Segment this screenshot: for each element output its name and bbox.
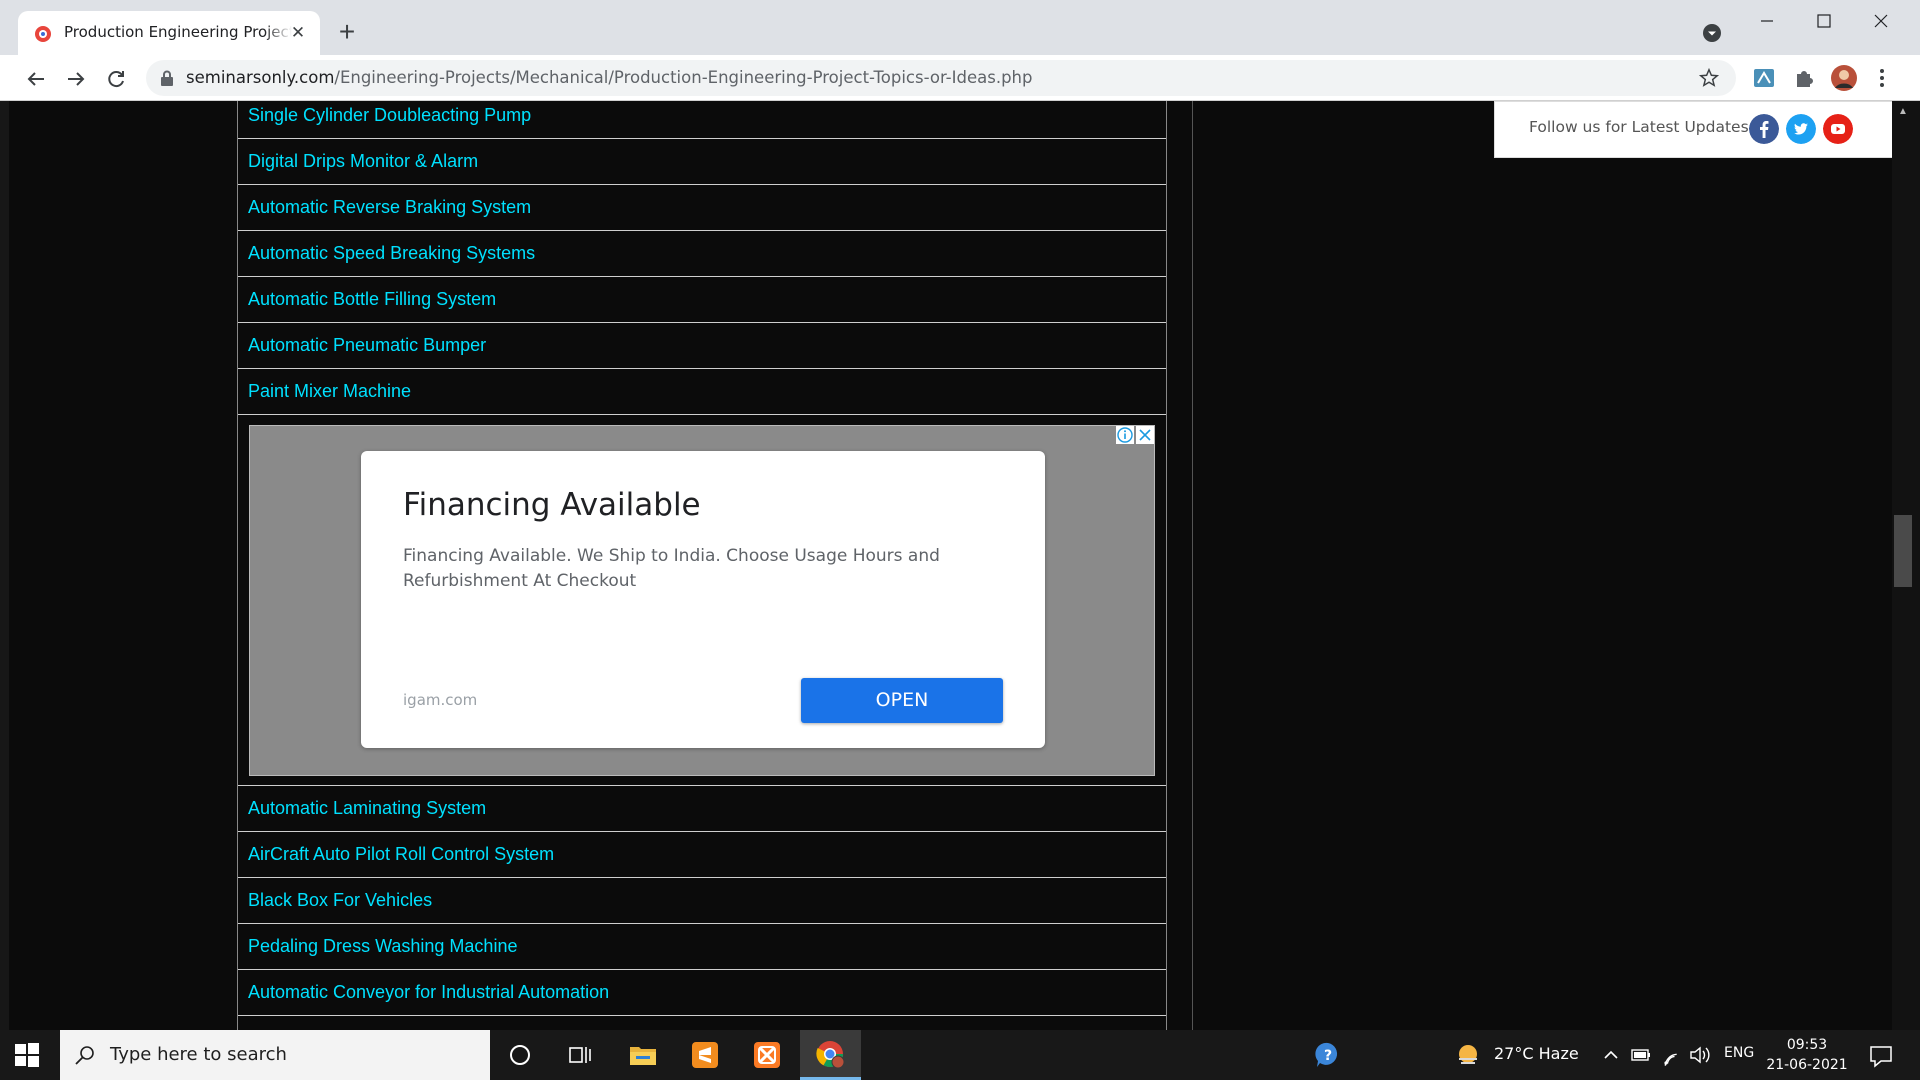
extensions-puzzle-icon[interactable] xyxy=(1791,65,1817,91)
twitter-icon[interactable] xyxy=(1786,114,1816,144)
project-link[interactable]: Digital Drips Monitor & Alarm xyxy=(248,151,478,172)
new-tab-button[interactable]: + xyxy=(334,18,360,46)
list-item: Automatic Laminating System xyxy=(238,786,1166,832)
help-icon[interactable]: ? xyxy=(1312,1039,1344,1071)
ad-info-icon[interactable] xyxy=(1116,426,1134,444)
forward-icon[interactable] xyxy=(62,65,90,93)
minimize-icon[interactable] xyxy=(1744,6,1790,36)
browser-tab[interactable]: Production Engineering Project Topics ✕ xyxy=(18,11,320,55)
project-link[interactable]: Pedaling Dress Washing Machine xyxy=(248,936,517,957)
ad-description: Financing Available. We Ship to India. C… xyxy=(403,546,940,591)
sublime-text-icon[interactable] xyxy=(689,1039,721,1071)
weather-haze-icon[interactable] xyxy=(1454,1041,1482,1069)
project-link[interactable]: Automatic Bottle Filling System xyxy=(248,289,496,310)
lock-icon[interactable] xyxy=(160,70,174,86)
task-view-icon[interactable] xyxy=(564,1039,596,1071)
address-bar[interactable]: seminarsonly.com/Engineering-Projects/Me… xyxy=(146,60,1736,96)
reload-icon[interactable] xyxy=(102,65,130,93)
network-wifi-icon[interactable] xyxy=(1660,1039,1682,1071)
taskbar-search-box[interactable]: Type here to search xyxy=(60,1030,490,1080)
chrome-icon xyxy=(816,1041,845,1069)
scrollbar-thumb[interactable] xyxy=(1894,515,1912,587)
project-link[interactable]: Automatic Laminating System xyxy=(248,798,486,819)
menu-kebab-icon[interactable] xyxy=(1874,65,1890,91)
ad-card[interactable]: Financing Available Financing Available.… xyxy=(361,451,1045,748)
project-link[interactable]: Automatic Reverse Braking System xyxy=(248,197,531,218)
ad-row: Financing Available Financing Available.… xyxy=(238,416,1166,786)
profile-avatar-icon[interactable] xyxy=(1830,64,1858,92)
tray-chevron-up-icon[interactable] xyxy=(1602,1039,1620,1071)
url-host: seminarsonly.com xyxy=(186,68,335,87)
volume-icon[interactable] xyxy=(1688,1039,1712,1071)
tab-search-icon[interactable] xyxy=(1701,22,1723,44)
web-page: Single Cylinder Doubleacting Pump Digita… xyxy=(0,101,1920,1030)
extension-app-icon[interactable] xyxy=(1751,65,1777,91)
project-link[interactable]: Automatic Pneumatic Bumper xyxy=(248,335,486,356)
project-link[interactable]: Black Box For Vehicles xyxy=(248,890,432,911)
taskbar-chrome-active[interactable] xyxy=(800,1030,861,1080)
list-item: Automatic Bottle Filling System xyxy=(238,277,1166,323)
list-item: AirCraft Auto Pilot Roll Control System xyxy=(238,832,1166,878)
maximize-icon[interactable] xyxy=(1801,6,1847,36)
list-item: Paint Mixer Machine xyxy=(238,369,1166,415)
url-text[interactable]: seminarsonly.com/Engineering-Projects/Me… xyxy=(186,68,1032,87)
tab-strip: Production Engineering Project Topics ✕ … xyxy=(0,0,1920,55)
bookmark-star-icon[interactable] xyxy=(1698,67,1720,89)
column-divider xyxy=(1192,101,1193,1030)
battery-icon[interactable] xyxy=(1630,1039,1652,1071)
left-edge-strip xyxy=(0,101,9,1030)
facebook-icon[interactable] xyxy=(1749,114,1779,144)
project-link[interactable]: Single Cylinder Doubleacting Pump xyxy=(248,105,531,126)
list-item: Pedaling Dress Washing Machine xyxy=(238,924,1166,970)
taskbar-clock[interactable]: 09:53 21-06-2021 xyxy=(1762,1035,1852,1075)
list-item: Automatic Speed Breaking Systems xyxy=(238,231,1166,277)
follow-us-box: Follow us for Latest Updates xyxy=(1494,101,1894,158)
list-item: Single Cylinder Doubleacting Pump xyxy=(238,101,1166,139)
ad-domain: igam.com xyxy=(403,691,478,709)
search-placeholder: Type here to search xyxy=(110,1044,287,1065)
search-icon xyxy=(75,1046,94,1065)
project-link[interactable]: AirCraft Auto Pilot Roll Control System xyxy=(248,844,554,865)
tab-close-icon[interactable]: ✕ xyxy=(288,23,308,43)
project-list: Single Cylinder Doubleacting Pump Digita… xyxy=(237,101,1167,1030)
weather-text[interactable]: 27°C Haze xyxy=(1494,1044,1579,1063)
taskbar: Type here to search ? 27°C Haze ENG 09:5… xyxy=(0,1030,1920,1080)
site-favicon-icon xyxy=(35,26,51,42)
cortana-icon[interactable] xyxy=(504,1039,536,1071)
xampp-icon[interactable] xyxy=(751,1039,783,1071)
list-item: Automatic Reverse Braking System xyxy=(238,185,1166,231)
project-link[interactable]: Paint Mixer Machine xyxy=(248,381,411,402)
language-indicator[interactable]: ENG xyxy=(1724,1045,1754,1061)
ad-close-icon[interactable] xyxy=(1136,426,1154,444)
file-explorer-icon[interactable] xyxy=(627,1039,659,1071)
ad-title: Financing Available xyxy=(403,487,701,523)
back-icon[interactable] xyxy=(22,65,50,93)
scroll-up-arrow-icon[interactable]: ▲ xyxy=(1893,106,1913,118)
list-item: Automatic Pneumatic Bumper xyxy=(238,323,1166,369)
url-path: /Engineering-Projects/Mechanical/Product… xyxy=(334,68,1033,87)
follow-us-text: Follow us for Latest Updates xyxy=(1529,118,1749,136)
list-item: Digital Drips Monitor & Alarm xyxy=(238,139,1166,185)
browser-toolbar: seminarsonly.com/Engineering-Projects/Me… xyxy=(0,55,1920,101)
youtube-icon[interactable] xyxy=(1823,114,1853,144)
list-item: Black Box For Vehicles xyxy=(238,878,1166,924)
project-link[interactable]: Automatic Conveyor for Industrial Automa… xyxy=(248,982,609,1003)
tab-title: Production Engineering Project Topics xyxy=(64,23,292,41)
clock-time: 09:53 xyxy=(1786,1037,1828,1053)
clock-date: 21-06-2021 xyxy=(1766,1057,1848,1073)
notification-center-icon[interactable] xyxy=(1866,1039,1896,1071)
windows-start-icon[interactable] xyxy=(14,1042,40,1068)
svg-text:?: ? xyxy=(1324,1048,1332,1064)
close-window-icon[interactable] xyxy=(1858,6,1904,36)
list-item: Automatic Conveyor for Industrial Automa… xyxy=(238,970,1166,1016)
ad-open-button[interactable]: OPEN xyxy=(801,678,1003,723)
advertisement[interactable]: Financing Available Financing Available.… xyxy=(249,425,1155,776)
project-link[interactable]: Automatic Speed Breaking Systems xyxy=(248,243,535,264)
